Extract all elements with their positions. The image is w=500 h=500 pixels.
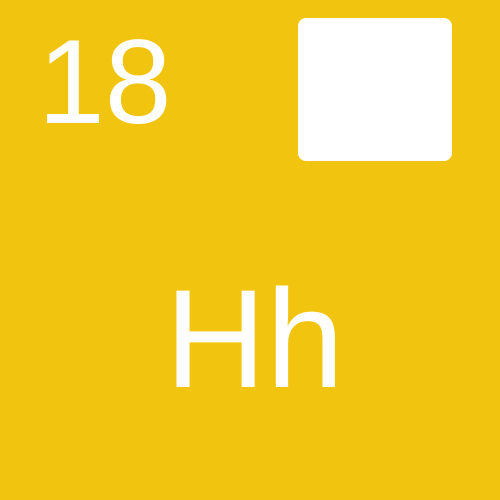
- atomic-number: 18: [38, 15, 172, 149]
- white-square-icon: [298, 18, 452, 161]
- element-symbol: Hh: [165, 260, 344, 417]
- element-tile: 18 Hh: [0, 0, 500, 500]
